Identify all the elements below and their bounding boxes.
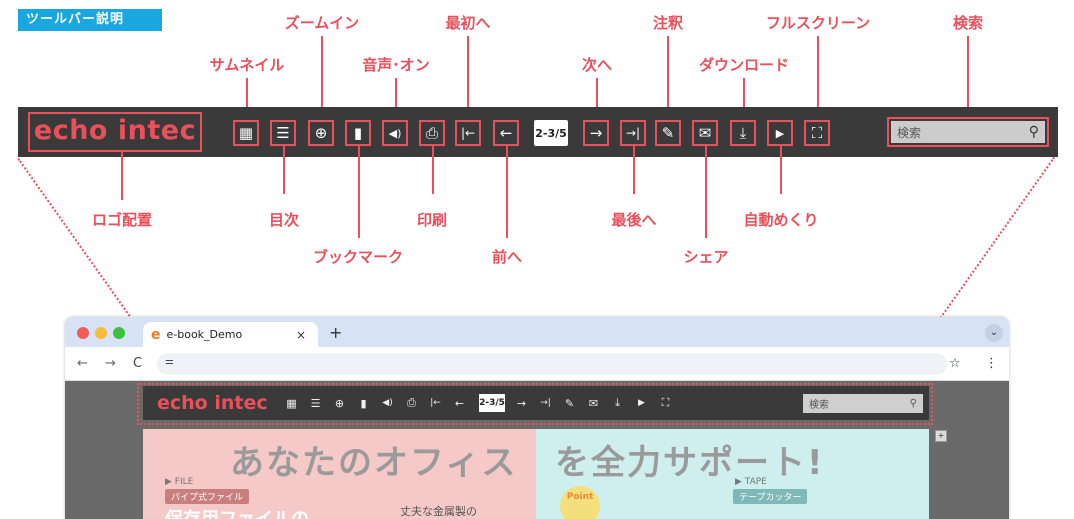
maximize-window-button[interactable] bbox=[113, 327, 125, 339]
label-print: 印刷 bbox=[416, 211, 448, 229]
back-icon[interactable]: ← bbox=[77, 356, 88, 371]
sound-icon[interactable]: ◀) bbox=[382, 120, 408, 146]
tab-close-icon[interactable]: × bbox=[296, 328, 306, 342]
url-field[interactable] bbox=[157, 353, 947, 375]
toolbar-logo[interactable]: echo intec bbox=[28, 112, 202, 152]
close-window-button[interactable] bbox=[77, 327, 89, 339]
label-sound-on: 音声･オン bbox=[362, 56, 430, 74]
site-favicon-icon: e bbox=[151, 326, 161, 343]
search-box[interactable]: 検索 ⚲ bbox=[887, 117, 1049, 147]
browser-tabstrip: e e-book_Demo × + ⌄ bbox=[65, 317, 1009, 347]
highlight-outline bbox=[137, 383, 933, 425]
right-product-pill: テープカッター bbox=[733, 489, 808, 504]
label-thumbnail: サムネイル bbox=[209, 56, 285, 74]
minimize-window-button[interactable] bbox=[95, 327, 107, 339]
site-info-icon[interactable]: ⚌ bbox=[165, 356, 174, 367]
label-download: ダウンロード bbox=[698, 56, 790, 74]
bookmark-star-icon[interactable]: ☆ bbox=[949, 356, 961, 371]
print-icon[interactable]: ⎙ bbox=[419, 120, 445, 146]
zoom-in-icon[interactable]: ⊕ bbox=[308, 120, 334, 146]
new-tab-button[interactable]: + bbox=[329, 323, 342, 342]
connector-line bbox=[432, 146, 434, 194]
first-page-icon[interactable]: |← bbox=[455, 120, 481, 146]
label-prev: 前へ bbox=[491, 248, 523, 266]
browser-window: e e-book_Demo × + ⌄ ← → C ⚌ ☆ ⋮ echo int… bbox=[65, 317, 1009, 519]
left-big-heading: 保存用ファイルの bbox=[165, 505, 309, 519]
label-zoom-in: ズームイン bbox=[284, 14, 360, 32]
autoflip-icon[interactable]: ▶ bbox=[767, 120, 793, 146]
left-product-pill: パイプ式ファイル bbox=[165, 489, 250, 504]
browser-content: echo intec ▦ ☰ ⊕ ▮ ◀) ⎙ |← ← 2-3/5 → →| … bbox=[65, 381, 1009, 519]
right-section-tag: ▶ TAPE bbox=[735, 477, 767, 487]
fullscreen-icon[interactable]: ⛶ bbox=[804, 120, 830, 146]
point-badge: Point bbox=[560, 486, 600, 519]
next-page-icon[interactable]: → bbox=[583, 120, 609, 146]
label-logo-placement: ロゴ配置 bbox=[91, 211, 153, 229]
page-heading-right: を全力サポート! bbox=[555, 443, 825, 483]
forward-icon[interactable]: → bbox=[105, 356, 116, 371]
left-section-tag: ▶ FILE bbox=[165, 477, 194, 487]
connector-line bbox=[283, 146, 285, 194]
label-last: 最後へ bbox=[611, 211, 657, 229]
label-autoflip: 自動めくり bbox=[743, 211, 819, 229]
browser-menu-icon[interactable]: ⋮ bbox=[985, 356, 998, 371]
page-heading-left: あなたのオフィス bbox=[230, 443, 518, 483]
label-share: シェア bbox=[683, 248, 729, 266]
search-icon[interactable]: ⚲ bbox=[1029, 124, 1039, 140]
connector-line bbox=[967, 36, 969, 117]
search-input[interactable]: 検索 bbox=[897, 124, 921, 141]
reload-icon[interactable]: C bbox=[133, 356, 142, 371]
label-next: 次へ bbox=[581, 56, 613, 74]
label-bookmark: ブックマーク bbox=[312, 248, 404, 266]
connector-line bbox=[121, 152, 123, 200]
connector-line bbox=[633, 146, 635, 194]
left-copy-text: 丈夫な金属製の bbox=[400, 505, 477, 518]
label-first: 最初へ bbox=[445, 14, 491, 32]
tab-title: e-book_Demo bbox=[166, 328, 243, 341]
toc-icon[interactable]: ☰ bbox=[270, 120, 296, 146]
address-bar-row: ← → C ⚌ ☆ ⋮ bbox=[65, 347, 1009, 381]
browser-tab[interactable]: e e-book_Demo × bbox=[143, 322, 318, 347]
label-search: 検索 bbox=[952, 14, 984, 32]
label-toc: 目次 bbox=[268, 211, 300, 229]
label-annotation: 注釈 bbox=[652, 14, 684, 32]
annotate-icon[interactable]: ✎ bbox=[655, 120, 681, 146]
connector-line bbox=[780, 146, 782, 194]
tab-search-chevron-icon[interactable]: ⌄ bbox=[985, 324, 1003, 342]
page-corner-icon[interactable]: + bbox=[935, 430, 947, 442]
share-icon[interactable]: ✉ bbox=[692, 120, 718, 146]
page-indicator: 2-3/5 bbox=[534, 120, 568, 146]
download-icon[interactable]: ⤓ bbox=[730, 120, 756, 146]
connector-line bbox=[705, 146, 707, 238]
connector-line bbox=[358, 146, 360, 238]
bookmark-icon[interactable]: ▮ bbox=[345, 120, 371, 146]
label-fullscreen: フルスクリーン bbox=[765, 14, 871, 32]
section-title-tag: ツールバー説明 bbox=[18, 9, 162, 31]
last-page-icon[interactable]: →| bbox=[620, 120, 646, 146]
connector-line bbox=[506, 146, 508, 238]
thumbnail-icon[interactable]: ▦ bbox=[233, 120, 259, 146]
prev-page-icon[interactable]: ← bbox=[493, 120, 519, 146]
